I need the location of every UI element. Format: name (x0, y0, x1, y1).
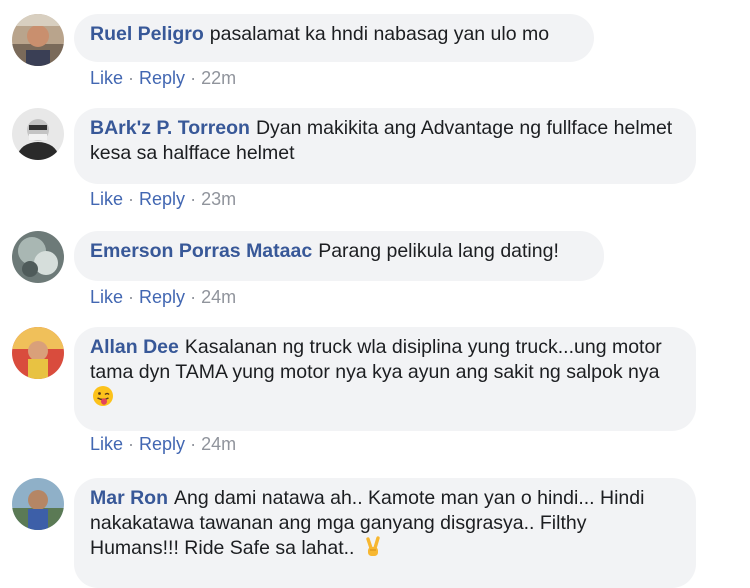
comment-actions: Like · Reply · 23m (90, 188, 236, 210)
profile-photo-icon (12, 231, 64, 283)
avatar[interactable] (12, 14, 64, 66)
comment-author[interactable]: Emerson Porras Mataac (90, 240, 312, 262)
separator: · (128, 68, 135, 88)
comment-text: pasalamat ka hndi nabasag yan ulo mo (209, 23, 550, 45)
profile-photo-icon (12, 327, 64, 379)
avatar[interactable] (12, 478, 64, 530)
profile-photo-icon (12, 478, 64, 530)
separator: · (190, 68, 197, 88)
reply-button[interactable]: Reply (139, 68, 185, 88)
like-button[interactable]: Like (90, 68, 123, 88)
avatar[interactable] (12, 231, 64, 283)
comment-bubble: Allan Dee Kasalanan ng truck wla disiplin… (74, 327, 696, 431)
separator: · (190, 189, 197, 209)
reply-button[interactable]: Reply (139, 434, 185, 454)
comment-author[interactable]: Mar Ron (90, 487, 168, 509)
comment-bubble: Ruel Peligro pasalamat ka hndi nabasag ya… (74, 14, 594, 62)
comment-text: Parang pelikula lang dating! (318, 240, 559, 262)
victory-hand-emoji-icon (362, 536, 384, 558)
profile-photo-icon (12, 14, 64, 66)
separator: · (128, 189, 135, 209)
separator: · (128, 287, 135, 307)
tongue-out-emoji-icon (92, 385, 114, 407)
comment-author[interactable]: Ruel Peligro (90, 23, 204, 45)
comment-timestamp[interactable]: 24m (201, 287, 236, 307)
reply-button[interactable]: Reply (139, 189, 185, 209)
like-button[interactable]: Like (90, 434, 123, 454)
profile-photo-icon (12, 108, 64, 160)
avatar[interactable] (12, 327, 64, 379)
avatar[interactable] (12, 108, 64, 160)
like-button[interactable]: Like (90, 287, 123, 307)
comment-bubble: Emerson Porras Mataac Parang pelikula lan… (74, 231, 604, 281)
separator: · (190, 434, 197, 454)
separator: · (128, 434, 135, 454)
comment-bubble: BArk'z P. Torreon Dyan makikita ang Advan… (74, 108, 696, 184)
comment-author[interactable]: BArk'z P. Torreon (90, 117, 250, 139)
like-button[interactable]: Like (90, 189, 123, 209)
separator: · (190, 287, 197, 307)
comment-actions: Like · Reply · 24m (90, 433, 236, 455)
comment-actions: Like · Reply · 22m (90, 67, 236, 89)
comment-author[interactable]: Allan Dee (90, 336, 179, 358)
comment-actions: Like · Reply · 24m (90, 286, 236, 308)
comment-timestamp[interactable]: 23m (201, 189, 236, 209)
comment-timestamp[interactable]: 22m (201, 68, 236, 88)
comment-timestamp[interactable]: 24m (201, 434, 236, 454)
reply-button[interactable]: Reply (139, 287, 185, 307)
